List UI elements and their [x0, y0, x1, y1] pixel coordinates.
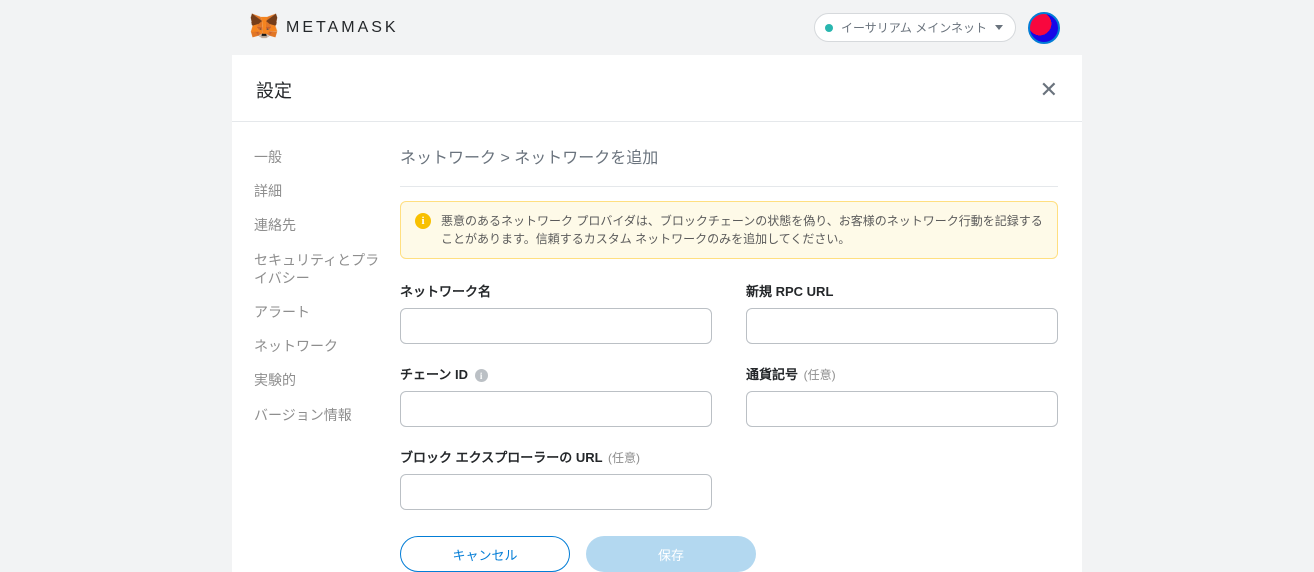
- app-header: METAMASK イーサリアム メインネット: [232, 0, 1082, 55]
- network-label: イーサリアム メインネット: [841, 19, 987, 36]
- input-currency-symbol[interactable]: [746, 391, 1058, 427]
- breadcrumb-separator: >: [496, 150, 514, 167]
- account-avatar[interactable]: [1028, 12, 1060, 44]
- sidebar-item-contacts[interactable]: 連絡先: [254, 208, 384, 242]
- warning-text: 悪意のあるネットワーク プロバイダは、ブロックチェーンの状態を偽り、お客様のネッ…: [441, 212, 1043, 248]
- save-button[interactable]: 保存: [586, 536, 756, 572]
- settings-sidebar: 一般 詳細 連絡先 セキュリティとプライバシー アラート ネットワーク 実験的 …: [232, 126, 384, 572]
- sidebar-item-networks[interactable]: ネットワーク: [254, 329, 384, 363]
- info-warning-icon: i: [415, 213, 431, 229]
- label-rpc-url: 新規 RPC URL: [746, 281, 1058, 300]
- input-network-name[interactable]: [400, 308, 712, 344]
- field-chain-id: チェーン ID i: [400, 364, 712, 427]
- input-block-explorer[interactable]: [400, 474, 712, 510]
- label-chain-id: チェーン ID i: [400, 364, 712, 383]
- field-currency-symbol: 通貨記号 (任意): [746, 364, 1058, 427]
- breadcrumb: ネットワーク > ネットワークを追加: [400, 144, 1058, 168]
- breadcrumb-root[interactable]: ネットワーク: [400, 150, 496, 167]
- sidebar-item-experimental[interactable]: 実験的: [254, 363, 384, 397]
- panel-header: 設定 ✕: [232, 55, 1082, 122]
- sidebar-item-advanced[interactable]: 詳細: [254, 174, 384, 208]
- input-chain-id[interactable]: [400, 391, 712, 427]
- close-icon[interactable]: ✕: [1040, 79, 1058, 101]
- cancel-button[interactable]: キャンセル: [400, 536, 570, 572]
- network-status-dot-icon: [825, 24, 833, 32]
- brand: METAMASK: [232, 13, 399, 42]
- warning-banner: i 悪意のあるネットワーク プロバイダは、ブロックチェーンの状態を偽り、お客様の…: [400, 201, 1058, 259]
- sidebar-item-about[interactable]: バージョン情報: [254, 398, 384, 432]
- chevron-down-icon: [995, 25, 1003, 30]
- header-right: イーサリアム メインネット: [814, 12, 1060, 44]
- label-currency-symbol: 通貨記号 (任意): [746, 364, 1058, 383]
- field-block-explorer: ブロック エクスプローラーの URL (任意): [400, 447, 712, 510]
- input-rpc-url[interactable]: [746, 308, 1058, 344]
- page-title: 設定: [256, 77, 292, 103]
- field-network-name: ネットワーク名: [400, 281, 712, 344]
- network-selector[interactable]: イーサリアム メインネット: [814, 13, 1016, 42]
- button-row: キャンセル 保存: [400, 536, 1058, 572]
- sidebar-item-security[interactable]: セキュリティとプライバシー: [254, 243, 384, 295]
- network-form: ネットワーク名 新規 RPC URL チェーン ID i: [400, 281, 1058, 510]
- metamask-fox-icon: [250, 13, 278, 42]
- field-rpc-url: 新規 RPC URL: [746, 281, 1058, 344]
- info-icon[interactable]: i: [475, 369, 488, 382]
- divider: [400, 186, 1058, 187]
- content-area: ネットワーク > ネットワークを追加 i 悪意のあるネットワーク プロバイダは、…: [384, 126, 1082, 572]
- settings-panel: 設定 ✕ 一般 詳細 連絡先 セキュリティとプライバシー アラート ネットワーク…: [232, 55, 1082, 572]
- label-block-explorer: ブロック エクスプローラーの URL (任意): [400, 447, 712, 466]
- label-network-name: ネットワーク名: [400, 281, 712, 300]
- brand-text: METAMASK: [286, 19, 399, 37]
- sidebar-item-alerts[interactable]: アラート: [254, 295, 384, 329]
- breadcrumb-leaf: ネットワークを追加: [514, 150, 658, 167]
- sidebar-item-general[interactable]: 一般: [254, 140, 384, 174]
